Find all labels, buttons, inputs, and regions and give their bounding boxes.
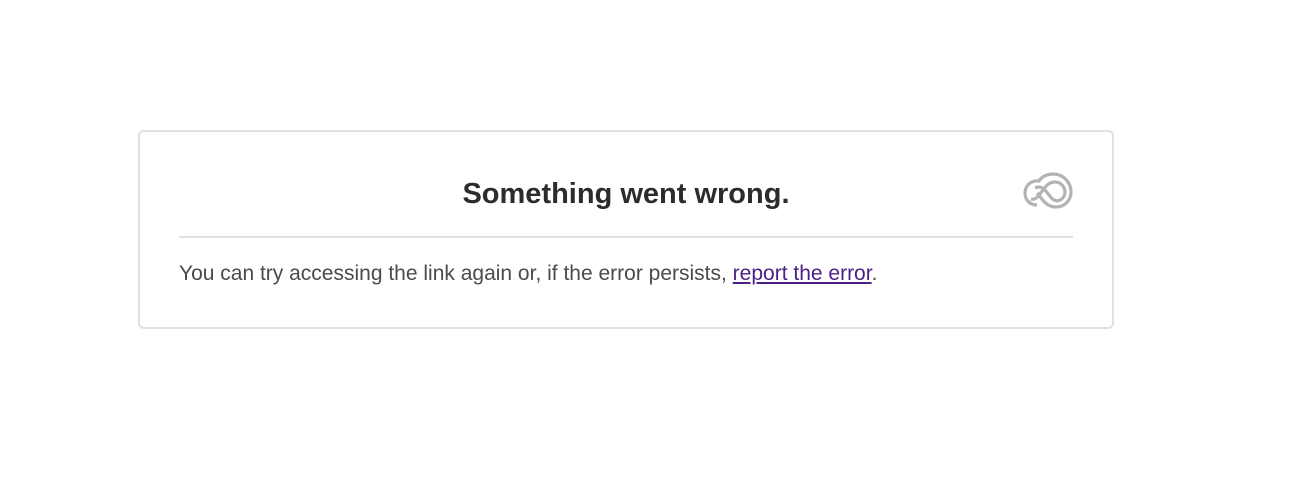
error-dialog: Something went wrong. You can try access… — [138, 130, 1114, 329]
dialog-title: Something went wrong. — [462, 178, 790, 210]
message-period: . — [871, 262, 878, 285]
error-message: You can try accessing the link again or,… — [179, 259, 877, 289]
creative-cloud-icon — [1023, 172, 1073, 209]
message-text: You can try accessing the link again or,… — [179, 262, 733, 285]
dialog-header: Something went wrong. — [179, 132, 1073, 238]
report-error-link[interactable]: report the error — [733, 262, 872, 285]
